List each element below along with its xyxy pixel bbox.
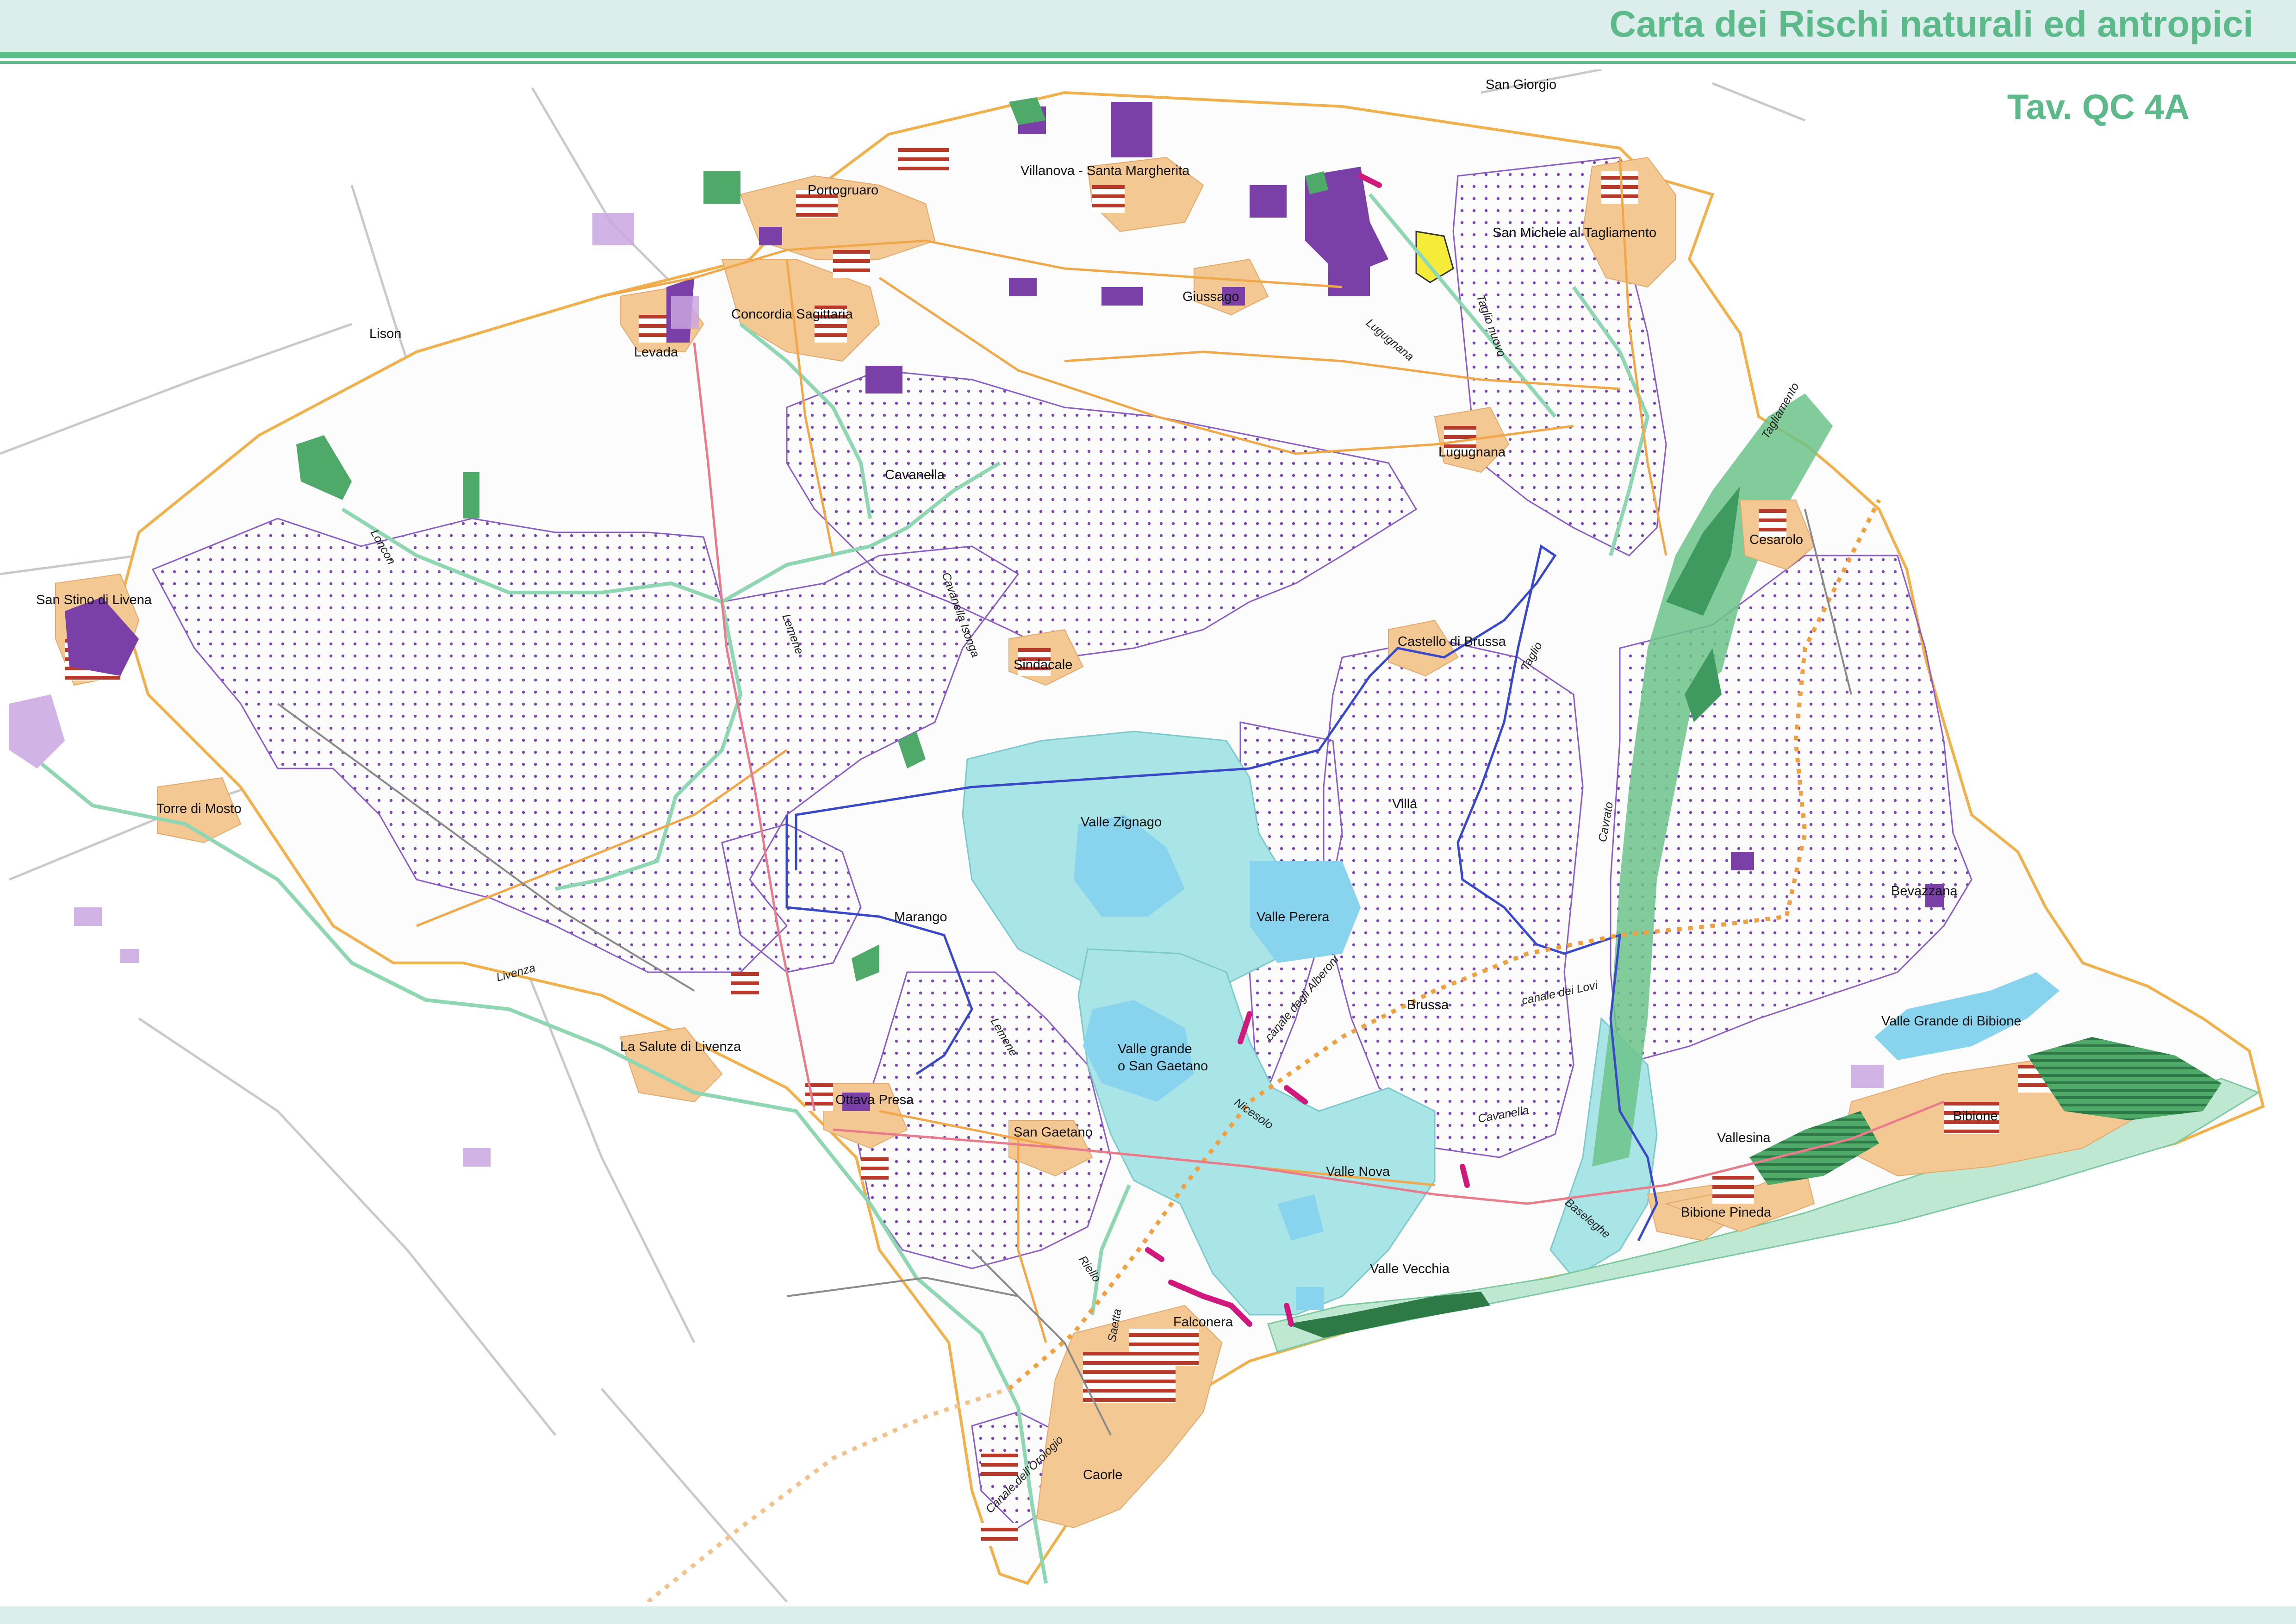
label-valle-zignago: Valle Zignago xyxy=(1081,815,1162,830)
header-rule-thin xyxy=(0,61,2296,64)
label-valle-vecchia: Valle Vecchia xyxy=(1370,1262,1450,1276)
label-torre-di-mosto: Torre di Mosto xyxy=(156,801,242,816)
label-giussago: Giussago xyxy=(1182,289,1239,304)
label-falconera: Falconera xyxy=(1173,1315,1233,1330)
map-title: Carta dei Rischi naturali ed antropici xyxy=(1609,3,2253,44)
label-valle-grande-bibione: Valle Grande di Bibione xyxy=(1881,1014,2022,1029)
label-caorle: Caorle xyxy=(1083,1468,1122,1482)
label-san-giorgio: San Giorgio xyxy=(1486,77,1556,92)
label-concordia: Concordia Sagittaria xyxy=(731,307,853,322)
label-vallesina: Vallesina xyxy=(1717,1131,1771,1145)
footer-band xyxy=(0,1606,2296,1624)
label-marango: Marango xyxy=(894,910,947,924)
header-rule xyxy=(0,52,2296,58)
label-villa: Villa xyxy=(1392,797,1418,812)
label-valle-grande: Valle grande xyxy=(1118,1042,1192,1056)
pipeline-south xyxy=(647,1387,1010,1602)
label-levada: Levada xyxy=(634,345,678,360)
map-canvas[interactable]: San Giorgio Portogruaro Villanova - Sant… xyxy=(0,69,2296,1602)
label-sindacale: Sindacale xyxy=(1014,657,1072,672)
label-bibione: Bibione xyxy=(1953,1109,1998,1124)
label-cesarolo: Cesarolo xyxy=(1749,532,1803,547)
label-valle-nova: Valle Nova xyxy=(1326,1164,1390,1179)
label-lison: Lison xyxy=(369,326,401,341)
label-san-gaetano: San Gaetano xyxy=(1014,1125,1093,1140)
label-cavanella: Cavanella xyxy=(885,468,945,482)
label-lugugnana: Lugugnana xyxy=(1438,445,1506,460)
label-san-gaetano-valley: o San Gaetano xyxy=(1118,1059,1208,1074)
label-valle-perera: Valle Perera xyxy=(1257,910,1330,924)
label-portogruaro: Portogruaro xyxy=(808,183,878,198)
label-ottava-presa: Ottava Presa xyxy=(835,1093,914,1107)
label-bibione-pineda: Bibione Pineda xyxy=(1681,1205,1772,1220)
label-la-salute: La Salute di Livenza xyxy=(620,1039,741,1054)
label-castello-di-brussa: Castello di Brussa xyxy=(1398,634,1506,649)
label-villanova: Villanova - Santa Margherita xyxy=(1020,163,1190,178)
label-san-michele: San Michele al Tagliamento xyxy=(1493,225,1656,240)
label-brussa: Brussa xyxy=(1407,998,1449,1012)
label-san-stino: San Stino di Livena xyxy=(36,593,152,607)
label-bevazzana: Bevazzana xyxy=(1891,884,1958,899)
